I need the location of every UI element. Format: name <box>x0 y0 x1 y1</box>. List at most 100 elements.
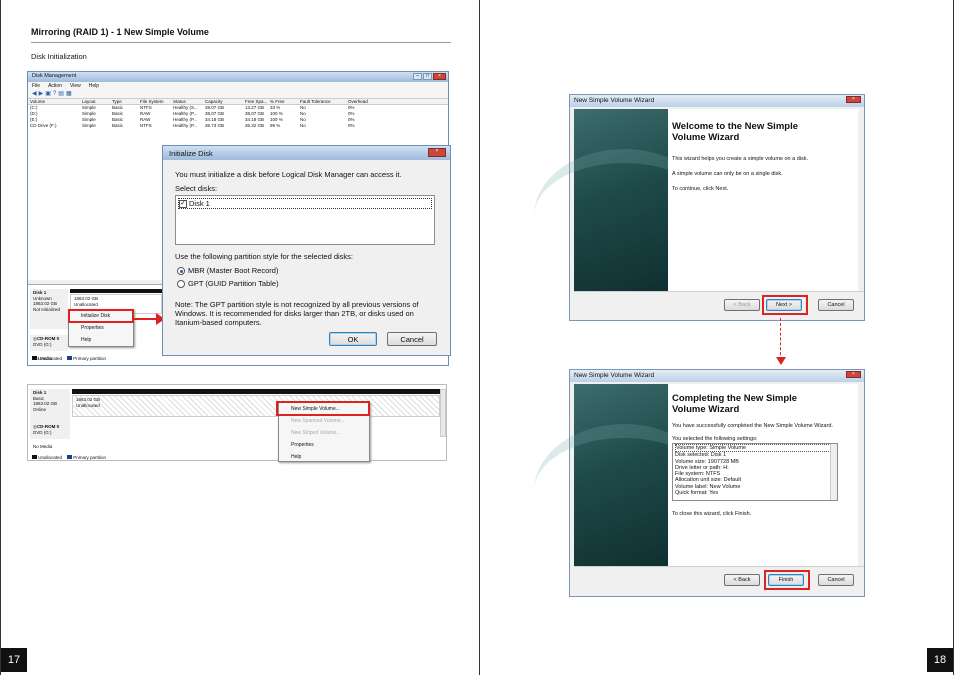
col-volume[interactable]: Volume <box>28 99 80 104</box>
wizard2-content: Completing the New Simple Volume Wizard … <box>668 384 858 566</box>
wizard-cancel-button[interactable]: Cancel <box>818 299 854 311</box>
menu-help-item[interactable]: Help <box>69 334 133 346</box>
wizard-close-button[interactable]: × <box>846 96 861 103</box>
disk-panel-2: Disk 1 Basic 1863.02 GB Online 1863.02 G… <box>27 384 447 463</box>
disk-management-titlebar: Disk Management – □ × <box>28 72 448 82</box>
left-border <box>0 0 1 675</box>
minimize-button[interactable]: – <box>413 73 422 80</box>
wizard2-p2: You selected the following settings: <box>672 436 758 442</box>
col-capacity[interactable]: Capacity <box>203 99 243 104</box>
dialog-intro: You must initialize a disk before Logica… <box>175 170 402 179</box>
wizard2-p1: You have successfully completed the New … <box>672 423 833 429</box>
style-label: Use the following partition style for th… <box>175 252 354 261</box>
wizard2-sidebar-graphic <box>534 384 714 566</box>
dashed-arrow-line <box>780 318 781 360</box>
page-number-left: 17 <box>1 648 27 672</box>
dialog-cancel-button[interactable]: Cancel <box>387 332 437 346</box>
menu-bar: File Action View Help <box>28 82 448 90</box>
maximize-button[interactable]: □ <box>423 73 432 80</box>
finish-highlight <box>764 570 810 590</box>
properties-icon[interactable]: ▤ <box>58 91 66 97</box>
wizard2-cancel-button[interactable]: Cancel <box>818 574 854 586</box>
cdrom-label[interactable]: ◎CD-ROM 0 DVD (G:) <box>30 335 68 351</box>
cdrom-label-2[interactable]: ◎CD-ROM 0 DVD (G:) <box>30 423 70 439</box>
back-button-2[interactable]: < Back <box>724 574 760 586</box>
heading-rule <box>31 42 451 43</box>
scrollbar[interactable] <box>440 389 446 437</box>
gpt-option[interactable]: GPT (GUID Partition Table) <box>177 279 279 289</box>
dialog-titlebar: Initialize Disk × <box>163 146 450 160</box>
wizard-p3: To continue, click Next. <box>672 186 729 192</box>
wizard-complete-window: New Simple Volume Wizard × Completing th… <box>534 369 865 597</box>
back-button[interactable]: < Back <box>724 299 760 311</box>
menu-properties-2[interactable]: Properties <box>279 439 369 451</box>
mbr-option[interactable]: MBR (Master Boot Record) <box>177 266 278 276</box>
menu-new-striped-volume[interactable]: New Striped Volume... <box>279 427 369 439</box>
menu-help-2[interactable]: Help <box>279 451 369 463</box>
initialize-disk-dialog: Initialize Disk × You must initialize a … <box>162 145 451 356</box>
settings-list[interactable]: Volume type: Simple Volume Disk selected… <box>672 443 838 501</box>
dialog-title: Initialize Disk <box>169 149 213 158</box>
menu-view[interactable]: View <box>70 83 81 89</box>
radio-selected-icon[interactable] <box>177 267 185 276</box>
select-disks-label: Select disks: <box>175 184 218 193</box>
col-filesystem[interactable]: File System <box>138 99 171 104</box>
col-percent-free[interactable]: % Free <box>268 99 298 104</box>
radio-icon[interactable] <box>177 280 185 289</box>
wizard-p1: This wizard helps you create a simple vo… <box>672 156 809 162</box>
col-overhead[interactable]: Overhead <box>346 99 386 104</box>
col-status[interactable]: Status <box>171 99 203 104</box>
wizard-sidebar-graphic <box>534 109 714 291</box>
wizard-title: New Simple Volume Wizard <box>574 97 655 104</box>
arrow-line <box>134 318 158 320</box>
disk1-bar-2 <box>72 389 440 394</box>
wizard2-heading: Completing the New Simple Volume Wizard <box>672 393 798 415</box>
wizard2-close-button[interactable]: × <box>846 371 861 378</box>
folder-icon[interactable]: ▣ <box>45 91 53 97</box>
col-layout[interactable]: Layout <box>80 99 110 104</box>
wizard2-p3: To close this wizard, click Finish. <box>672 511 752 517</box>
legend: Unallocated Primary partition <box>32 356 106 361</box>
window-title: Disk Management <box>32 73 77 79</box>
disk1-label-2[interactable]: Disk 1 Basic 1863.02 GB Online <box>30 389 70 425</box>
gpt-note: Note: The GPT partition style is not rec… <box>175 300 419 327</box>
legend-2: Unallocated Primary partition <box>32 455 106 460</box>
menu-properties[interactable]: Properties <box>69 322 133 334</box>
col-type[interactable]: Type <box>110 99 138 104</box>
menu-file[interactable]: File <box>32 83 40 89</box>
section-heading: Mirroring (RAID 1) - 1 New Simple Volume <box>31 27 209 37</box>
close-button[interactable]: × <box>433 73 446 80</box>
table-row[interactable]: CD Drive (F:) Simple Basic NTFS Healthy (P..… <box>28 123 448 129</box>
section-subheading: Disk Initialization <box>31 52 87 61</box>
col-free-space[interactable]: Free Spa... <box>243 99 268 104</box>
wizard2-title: New Simple Volume Wizard <box>574 372 655 379</box>
arrow-down-icon <box>776 357 786 365</box>
initialize-highlight <box>68 309 134 323</box>
wizard-footer: < Back Next > Cancel <box>574 291 864 319</box>
wizard-p2: A simple volume can only be on a single … <box>672 171 783 177</box>
menu-new-spanned-volume[interactable]: New Spanned Volume... <box>279 415 369 427</box>
disk1-partition-2[interactable]: 1863.02 GB Unallocated <box>72 395 440 417</box>
next-highlight <box>762 295 808 315</box>
checkbox-checked-icon[interactable]: ✓ <box>179 200 187 209</box>
new-simple-volume-highlight <box>276 401 370 416</box>
dialog-close-button[interactable]: × <box>428 148 446 157</box>
settings-scrollbar[interactable] <box>830 444 837 500</box>
disk1-bar <box>70 289 162 293</box>
wizard2-titlebar: New Simple Volume Wizard × <box>570 370 864 382</box>
disk-listbox[interactable]: ✓ Disk 1 <box>175 195 435 245</box>
disk1-label[interactable]: Disk 1 Unknown 1863.02 GB Not Initialize… <box>30 289 68 329</box>
wizard-titlebar: New Simple Volume Wizard × <box>570 95 864 107</box>
back-arrow-icon[interactable]: ◀ <box>32 91 39 97</box>
cdrom-media-2: No Media <box>33 444 53 449</box>
disk-icon[interactable]: ▦ <box>66 91 74 97</box>
page-divider <box>479 0 480 675</box>
disk-list-item[interactable]: ✓ Disk 1 <box>178 198 432 209</box>
menu-help[interactable]: Help <box>89 83 99 89</box>
wizard-content: Welcome to the New Simple Volume Wizard … <box>668 109 858 291</box>
menu-action[interactable]: Action <box>48 83 62 89</box>
wizard-heading: Welcome to the New Simple Volume Wizard <box>672 121 798 143</box>
ok-button[interactable]: OK <box>329 332 377 346</box>
col-fault-tolerance[interactable]: Fault Tolerance <box>298 99 346 104</box>
toolbar: ◀▶▣?▤▦ <box>28 90 448 98</box>
